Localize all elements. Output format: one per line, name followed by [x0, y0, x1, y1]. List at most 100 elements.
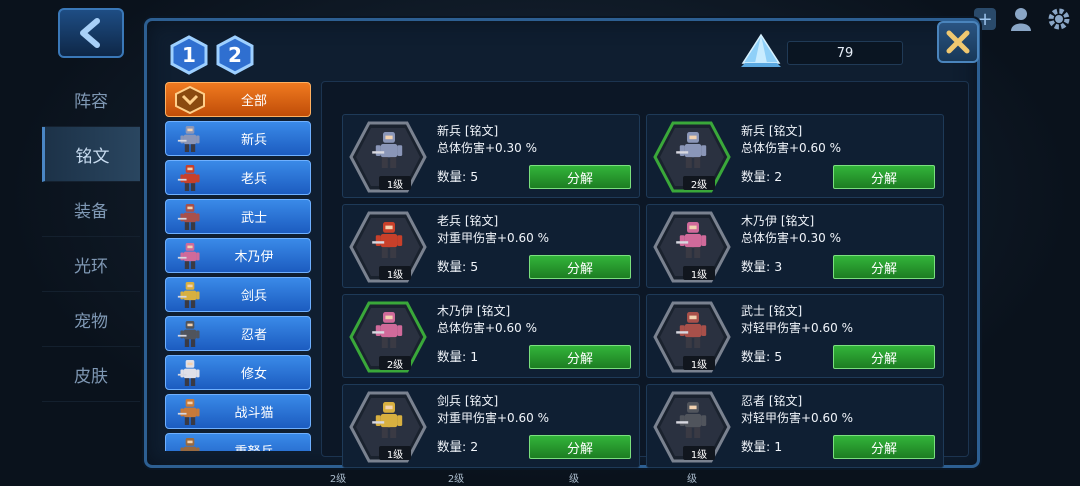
level-tag: 1级 [379, 446, 411, 461]
decompose-button[interactable]: 分解 [833, 345, 935, 369]
category-item[interactable]: 新兵 [165, 121, 311, 156]
crystal-icon [737, 33, 785, 71]
level-tag: 1级 [379, 266, 411, 281]
quantity-label: 数量: [741, 439, 775, 454]
category-item[interactable]: 重弩兵 [165, 433, 311, 451]
hero-portrait: 1级 [653, 299, 731, 375]
decompose-button[interactable]: 分解 [529, 255, 631, 279]
back-button[interactable] [58, 8, 124, 58]
background-level-tag: 级 [569, 474, 579, 485]
settings-button[interactable] [1046, 6, 1072, 32]
card-quantity: 数量: 5 [437, 166, 478, 185]
card-name: 新兵 [铭文] [437, 124, 499, 138]
category-item[interactable]: 战斗猫 [165, 394, 311, 429]
ninja-portrait-icon [172, 319, 208, 349]
user-icon [1011, 8, 1031, 31]
card-quantity: 数量: 5 [437, 256, 478, 275]
category-item[interactable]: 剑兵 [165, 277, 311, 312]
close-button[interactable] [937, 21, 979, 63]
card-name: 新兵 [铭文] [741, 124, 803, 138]
card-effect: 对重甲伤害+0.60 % [437, 411, 549, 425]
samurai-portrait-icon [172, 202, 208, 232]
category-label: 剑兵 [240, 289, 267, 304]
outer-menu-item[interactable]: 光环 [42, 237, 140, 292]
card-effect: 总体伤害+0.30 % [741, 231, 841, 245]
category-item[interactable]: 忍者 [165, 316, 311, 351]
decompose-button[interactable]: 分解 [833, 255, 935, 279]
outer-menu-item[interactable]: 阵容 [42, 72, 140, 127]
quantity-value: 2 [774, 169, 783, 184]
decompose-button[interactable]: 分解 [833, 435, 935, 459]
decompose-button[interactable]: 分解 [833, 165, 935, 189]
page-tab-2[interactable]: 2 [215, 35, 255, 75]
inscription-card-grid: 1级 新兵 [铭文] 总体伤害+0.30 % 数量: 5 分解 2级 新兵 [铭文] 总体伤… [321, 81, 969, 468]
card-effect: 总体伤害+0.60 % [437, 321, 537, 335]
category-item[interactable]: 修女 [165, 355, 311, 390]
card-name: 木乃伊 [铭文] [741, 214, 815, 228]
outer-menu-item[interactable]: 铭文 [42, 127, 140, 182]
card-quantity: 数量: 2 [437, 436, 478, 455]
swordsman-portrait-icon [172, 280, 208, 310]
card-effect: 总体伤害+0.60 % [741, 141, 841, 155]
outer-menu-item[interactable]: 皮肤 [42, 347, 140, 402]
category-item[interactable]: 全部 [165, 82, 311, 117]
outer-menu-item[interactable]: 装备 [42, 182, 140, 237]
quantity-value: 5 [470, 259, 479, 274]
card-effect: 对重甲伤害+0.60 % [437, 231, 549, 245]
inscription-card: 2级 木乃伊 [铭文] 总体伤害+0.60 % 数量: 1 分解 [342, 294, 640, 378]
card-quantity: 数量: 2 [741, 166, 782, 185]
user-profile-button[interactable] [1008, 6, 1034, 32]
card-name: 忍者 [铭文] [741, 394, 803, 408]
decompose-button[interactable]: 分解 [529, 435, 631, 459]
decompose-button[interactable]: 分解 [529, 165, 631, 189]
category-label: 修女 [240, 367, 267, 382]
card-name: 老兵 [铭文] [437, 214, 499, 228]
category-label: 重弩兵 [208, 441, 310, 451]
quantity-label: 数量: [437, 169, 471, 184]
inscription-dialog: 1 2 79 全部 新兵 老兵 武士 木乃伊 剑兵 忍者 修女 战斗猫 1级 新… [144, 18, 980, 468]
category-label: 全部 [240, 94, 267, 109]
swordsman-sprite-icon [371, 399, 407, 445]
chevron-left-icon [80, 18, 100, 48]
recruit-sprite-icon [371, 129, 407, 175]
inscription-card: 1级 剑兵 [铭文] 对重甲伤害+0.60 % 数量: 2 分解 [342, 384, 640, 468]
hero-portrait: 2级 [349, 299, 427, 375]
page-tab-1[interactable]: 1 [169, 35, 209, 75]
level-tag: 2级 [683, 176, 715, 191]
category-item[interactable]: 武士 [165, 199, 311, 234]
outer-side-menu: 阵容 铭文 装备 光环 宠物 皮肤 [42, 72, 140, 402]
inscription-card: 1级 老兵 [铭文] 对重甲伤害+0.60 % 数量: 5 分解 [342, 204, 640, 288]
level-tag: 1级 [683, 266, 715, 281]
level-tag: 1级 [683, 356, 715, 371]
hero-portrait: 1级 [653, 209, 731, 285]
card-quantity: 数量: 3 [741, 256, 782, 275]
background-level-tag: 级 [687, 474, 697, 485]
background-level-tag: 2级 [329, 474, 347, 485]
level-tag: 2级 [379, 356, 411, 371]
inscription-card: 1级 新兵 [铭文] 总体伤害+0.30 % 数量: 5 分解 [342, 114, 640, 198]
veteran-portrait-icon [172, 163, 208, 193]
veteran-sprite-icon [371, 219, 407, 265]
card-name: 剑兵 [铭文] [437, 394, 499, 408]
inscription-card: 1级 武士 [铭文] 对轻甲伤害+0.60 % 数量: 5 分解 [646, 294, 944, 378]
quantity-label: 数量: [437, 259, 471, 274]
decompose-button[interactable]: 分解 [529, 345, 631, 369]
recruit-sprite-icon [675, 129, 711, 175]
quantity-value: 5 [470, 169, 479, 184]
battle-cat-portrait-icon [172, 397, 208, 427]
category-item[interactable]: 木乃伊 [165, 238, 311, 273]
card-effect: 对轻甲伤害+0.60 % [741, 411, 853, 425]
card-quantity: 数量: 1 [437, 346, 478, 365]
category-label: 新兵 [240, 133, 267, 148]
mummy-sprite-icon [675, 219, 711, 265]
quantity-value: 1 [774, 439, 783, 454]
mummy-sprite-icon [371, 309, 407, 355]
level-tag: 1级 [683, 446, 715, 461]
inscription-card: 2级 新兵 [铭文] 总体伤害+0.60 % 数量: 2 分解 [646, 114, 944, 198]
category-item[interactable]: 老兵 [165, 160, 311, 195]
outer-menu-item[interactable]: 宠物 [42, 292, 140, 347]
recruit-portrait-icon [172, 124, 208, 154]
samurai-sprite-icon [675, 309, 711, 355]
all-filter-icon [172, 85, 208, 115]
category-list[interactable]: 全部 新兵 老兵 武士 木乃伊 剑兵 忍者 修女 战斗猫 [165, 81, 313, 451]
